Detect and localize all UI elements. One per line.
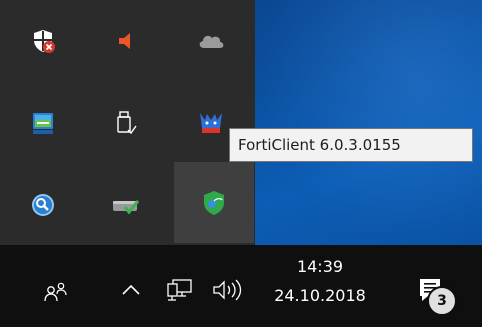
virtual-machine-monitor-icon (33, 113, 53, 134)
clock-date: 24.10.2018 (274, 286, 366, 305)
usb-safely-remove-icon (117, 111, 137, 135)
forticlient-tooltip: FortiClient 6.0.3.0155 (229, 128, 473, 162)
notification-count-badge: 3 (427, 286, 457, 316)
network-icon (167, 279, 192, 301)
network-button[interactable] (160, 272, 200, 308)
tray-item-globe-search[interactable] (12, 178, 74, 232)
onedrive-cloud-icon (199, 35, 224, 48)
tooltip-text: FortiClient 6.0.3.0155 (238, 136, 401, 154)
tray-item-windows-security[interactable] (12, 14, 74, 68)
tray-item-drive-check[interactable] (95, 178, 157, 232)
show-hidden-icons-button[interactable] (116, 275, 146, 305)
drive-check-icon (113, 199, 140, 215)
forticlient-shield-icon (204, 190, 224, 215)
horned-app-icon (200, 113, 222, 133)
tray-item-forticlient[interactable] (174, 162, 254, 243)
tray-overflow-panel (0, 0, 255, 245)
people-button[interactable] (36, 272, 76, 312)
volume-icon (213, 279, 242, 301)
volume-button[interactable] (205, 272, 251, 308)
tray-item-virtual-machine[interactable] (12, 96, 74, 150)
windows-security-shield-icon (34, 30, 55, 53)
tray-item-usb-eject[interactable] (95, 96, 157, 150)
globe-search-icon (32, 194, 54, 216)
speaker-muted-icon (119, 33, 130, 49)
taskbar-clock[interactable]: 14:39 24.10.2018 (258, 248, 382, 320)
people-icon (44, 282, 67, 302)
chevron-up-icon (122, 284, 140, 295)
tray-item-onedrive[interactable] (180, 14, 242, 68)
clock-time: 14:39 (296, 257, 344, 276)
tray-item-volume-muted[interactable] (95, 14, 157, 68)
